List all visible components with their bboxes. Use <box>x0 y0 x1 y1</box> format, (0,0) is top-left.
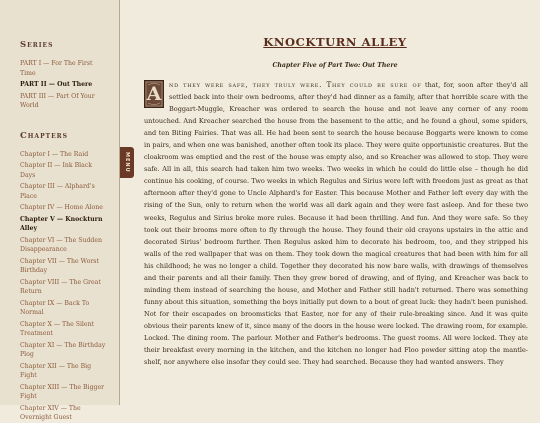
chapters-link[interactable]: Chapter IX — Back To Normal <box>20 299 106 318</box>
chapter-subtitle: Chapter Five of Part Two: Out There <box>272 62 398 69</box>
chapters-link[interactable]: Chapter III — Alphard's Place <box>20 182 106 201</box>
chapter-title: KNOCKTURN ALLEY <box>263 35 407 49</box>
chapters-group: Chapters Chapter I — The Raid Chapter II … <box>20 131 119 423</box>
chapters-list: Chapter I — The Raid Chapter II — Ink Bla… <box>20 150 119 423</box>
series-link[interactable]: PART III — Part Of Your World <box>20 92 106 111</box>
chapters-link[interactable]: Chapter IV — Home Alone <box>20 203 106 213</box>
chapters-link[interactable]: Chapter XI — The Birthday Plog <box>20 341 106 360</box>
chapter-body: A nd they were safe, they truly were. Th… <box>137 79 533 368</box>
chapters-link[interactable]: Chapter VI — The Sudden Disappearance <box>20 236 106 255</box>
series-list: PART I — For The First Time PART II — Out… <box>20 59 119 111</box>
series-group: Series PART I — For The First Time PART I… <box>20 40 119 111</box>
drop-cap-letter: A <box>146 82 162 105</box>
chapters-link[interactable]: Chapter XIII — The Bigger Fight <box>20 383 106 402</box>
chapters-link[interactable]: Chapter XII — The Big Fight <box>20 362 106 381</box>
drop-cap-illustration: A <box>144 80 164 108</box>
menu-toggle-button[interactable]: MENU <box>120 147 134 178</box>
chapter-content: KNOCKTURN ALLEY Chapter Five of Part Two… <box>137 0 533 405</box>
chapters-link[interactable]: Chapter XIV — The Overnight Guest <box>20 404 106 423</box>
chapters-heading: Chapters <box>20 130 68 141</box>
series-heading: Series <box>20 40 54 50</box>
series-link[interactable]: PART I — For The First Time <box>20 59 106 78</box>
chapters-link[interactable]: Chapter V — Knockturn Alley <box>20 215 106 234</box>
chapters-link[interactable]: Chapter VIII — The Great Return <box>20 278 106 297</box>
sidebar: Series PART I — For The First Time PART I… <box>0 0 120 421</box>
chapters-link[interactable]: Chapter X — The Silent Treatment <box>20 320 106 339</box>
chapters-link[interactable]: Chapter II — Ink Black Days <box>20 161 106 180</box>
chapters-link[interactable]: Chapter VII — The Worst Birthday <box>20 257 106 276</box>
menu-label: MENU <box>124 152 130 173</box>
series-link[interactable]: PART II — Out There <box>20 80 106 90</box>
chapter-lead-text: nd they were safe, they truly were. They… <box>169 80 422 89</box>
chapters-link[interactable]: Chapter I — The Raid <box>20 150 106 160</box>
chapter-body-text: that, for, soon after they'd all settled… <box>144 81 528 367</box>
